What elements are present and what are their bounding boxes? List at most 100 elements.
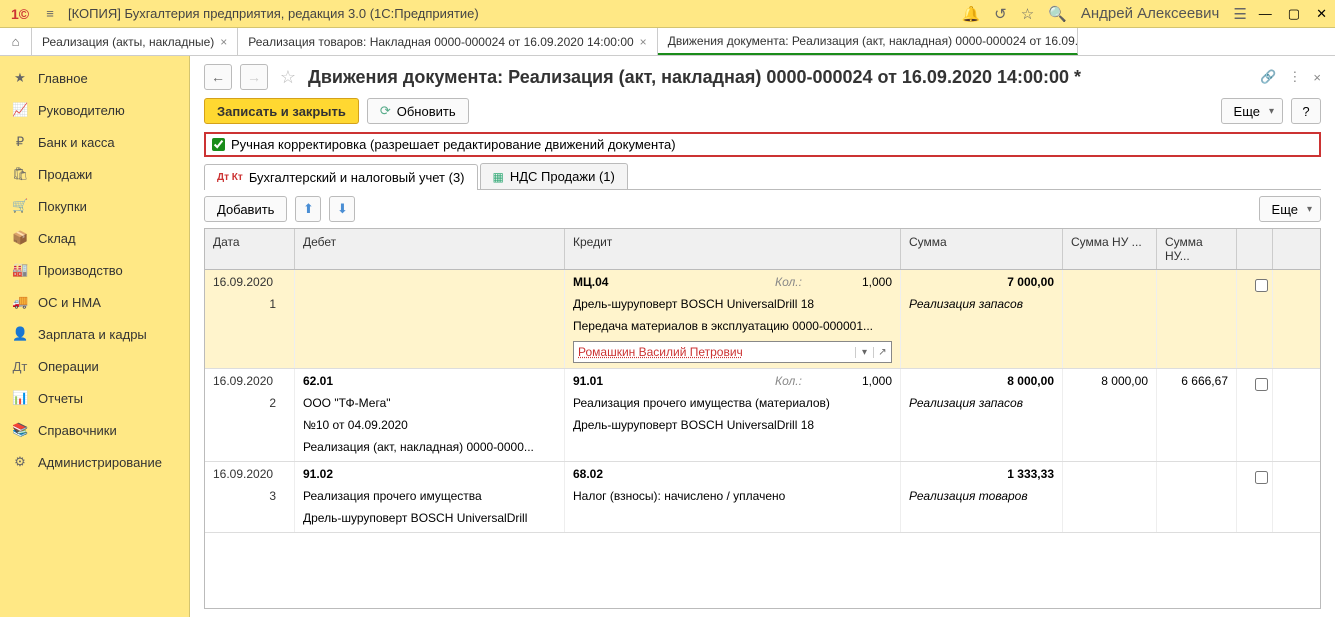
debet-line: Дрель-шуруповерт BOSCH UniversalDrill xyxy=(303,511,556,527)
bell-icon[interactable]: 🔔 xyxy=(961,5,980,23)
entries-grid: Дата Дебет Кредит Сумма Сумма НУ ... Сум… xyxy=(204,228,1321,609)
close-page-icon[interactable]: × xyxy=(1313,70,1321,85)
row-checkbox[interactable] xyxy=(1255,471,1268,484)
tab-label: Реализация товаров: Накладная 0000-00002… xyxy=(248,35,633,49)
debet-line: ООО "ТФ-Мега" xyxy=(303,396,556,412)
sidebar-item-warehouse[interactable]: 📦Склад xyxy=(0,222,189,254)
grid-row[interactable]: 16.09.2020 1 МЦ.04Кол.:1,000 Дрель-шуруп… xyxy=(205,270,1320,369)
debet-account: 62.01 xyxy=(303,374,556,390)
save-close-button[interactable]: Записать и закрыть xyxy=(204,98,359,124)
sidebar-item-label: Склад xyxy=(38,231,76,246)
sidebar-item-reports[interactable]: 📊 Отчеты xyxy=(0,382,189,414)
ruble-icon: ₽ xyxy=(12,134,28,150)
bars-icon: 📊 xyxy=(12,390,28,406)
sidebar-item-assets[interactable]: 🚚ОС и НМА xyxy=(0,286,189,318)
chart-icon: 📈 xyxy=(12,102,28,118)
grid-more-button[interactable]: Еще xyxy=(1259,196,1321,222)
menu-icon[interactable]: ≡ xyxy=(40,6,60,21)
sidebar-item-label: Администрирование xyxy=(38,455,162,470)
row-checkbox[interactable] xyxy=(1255,279,1268,292)
kebab-icon[interactable]: ⋮ xyxy=(1288,69,1301,85)
minimize-icon[interactable]: — xyxy=(1259,6,1272,22)
cart-icon: 🛒 xyxy=(12,198,28,214)
cell-nu2 xyxy=(1157,462,1237,532)
add-button[interactable]: Добавить xyxy=(204,196,287,222)
kol-value: 1,000 xyxy=(862,275,892,291)
more-button[interactable]: Еще xyxy=(1221,98,1283,124)
open-icon[interactable]: ↗ xyxy=(873,347,891,358)
button-label: ? xyxy=(1302,104,1309,119)
register-icon: ▦ xyxy=(493,170,504,184)
refresh-button[interactable]: ⟳Обновить xyxy=(367,98,469,124)
history-icon[interactable]: ↺ xyxy=(994,5,1007,23)
maximize-icon[interactable]: ▢ xyxy=(1288,6,1300,22)
move-up-button[interactable]: ⬆ xyxy=(295,196,321,222)
tab-sales-doc[interactable]: Реализация товаров: Накладная 0000-00002… xyxy=(238,28,657,55)
sidebar-item-purchases[interactable]: 🛒Покупки xyxy=(0,190,189,222)
search-icon[interactable]: 🔍 xyxy=(1048,5,1067,23)
sidebar-item-salary[interactable]: 👤Зарплата и кадры xyxy=(0,318,189,350)
home-icon[interactable]: ⌂ xyxy=(0,28,32,55)
person-icon: 👤 xyxy=(12,326,28,342)
cell-debet xyxy=(295,270,565,368)
sidebar-item-bank[interactable]: ₽ Банк и касса xyxy=(0,126,189,158)
tab-label: Движения документа: Реализация (акт, нак… xyxy=(668,34,1078,48)
content: ← → ☆ Движения документа: Реализация (ак… xyxy=(190,56,1335,617)
star-icon[interactable]: ☆ xyxy=(1021,5,1034,23)
tab-close-icon[interactable]: × xyxy=(220,35,227,49)
sidebar-item-label: Главное xyxy=(38,71,88,86)
tab-close-icon[interactable]: × xyxy=(640,35,647,49)
sidebar-item-sales[interactable]: 🛍Продажи xyxy=(0,158,189,190)
col-kredit[interactable]: Кредит xyxy=(565,229,901,269)
manual-correction-checkbox[interactable] xyxy=(212,138,225,151)
grid-row[interactable]: 16.09.2020 3 91.02 Реализация прочего им… xyxy=(205,462,1320,533)
button-label: Еще xyxy=(1234,104,1260,119)
favorite-icon[interactable]: ☆ xyxy=(276,67,300,88)
kredit-line: Реализация прочего имущества (материалов… xyxy=(573,396,892,412)
cell-date: 16.09.2020 xyxy=(213,374,286,390)
grid-row[interactable]: 16.09.2020 2 62.01 ООО "ТФ-Мега" №10 от … xyxy=(205,369,1320,462)
dropdown-icon[interactable]: ▾ xyxy=(855,347,873,358)
tab-vat-sales[interactable]: ▦ НДС Продажи (1) xyxy=(480,163,628,189)
cell-nu1 xyxy=(1063,462,1157,532)
sidebar-item-label: Операции xyxy=(38,359,99,374)
nav-back-button[interactable]: ← xyxy=(204,64,232,90)
cell-rownum: 2 xyxy=(213,396,286,412)
cell-sum: 7 000,00 xyxy=(909,275,1054,291)
sidebar-item-label: Банк и касса xyxy=(38,135,115,150)
tab-label: Бухгалтерский и налоговый учет (3) xyxy=(249,170,465,185)
col-nu1[interactable]: Сумма НУ ... xyxy=(1063,229,1157,269)
sidebar-item-admin[interactable]: ⚙Администрирование xyxy=(0,446,189,478)
help-button[interactable]: ? xyxy=(1291,98,1321,124)
subkonto-input[interactable] xyxy=(574,345,855,359)
sidebar-item-manager[interactable]: 📈Руководителю xyxy=(0,94,189,126)
col-sum[interactable]: Сумма xyxy=(901,229,1063,269)
sidebar-item-label: ОС и НМА xyxy=(38,295,101,310)
sidebar-item-production[interactable]: 🏭Производство xyxy=(0,254,189,286)
cell-operation: Реализация запасов xyxy=(909,297,1054,313)
col-debet[interactable]: Дебет xyxy=(295,229,565,269)
tab-accounting[interactable]: Дт КтБухгалтерский и налоговый учет (3) xyxy=(204,164,478,190)
button-label: Добавить xyxy=(217,202,274,217)
kredit-account: 68.02 xyxy=(573,467,892,483)
sidebar-item-main[interactable]: ★Главное xyxy=(0,62,189,94)
move-down-button[interactable]: ⬇ xyxy=(329,196,355,222)
link-icon[interactable]: 🔗 xyxy=(1260,69,1276,85)
nav-forward-button[interactable]: → xyxy=(240,64,268,90)
kol-label: Кол.: xyxy=(775,275,802,291)
tab-movements[interactable]: Движения документа: Реализация (акт, нак… xyxy=(658,28,1078,55)
sidebar-item-operations[interactable]: ДтОперации xyxy=(0,350,189,382)
close-icon[interactable]: ✕ xyxy=(1316,6,1327,22)
col-nu2[interactable]: Сумма НУ... xyxy=(1157,229,1237,269)
tab-label: НДС Продажи (1) xyxy=(510,169,615,184)
col-date[interactable]: Дата xyxy=(205,229,295,269)
user-name[interactable]: Андрей Алексеевич xyxy=(1081,5,1219,22)
sidebar-item-label: Отчеты xyxy=(38,391,83,406)
kredit-account: МЦ.04 xyxy=(573,275,608,291)
row-checkbox[interactable] xyxy=(1255,378,1268,391)
sidebar-item-references[interactable]: 📚Справочники xyxy=(0,414,189,446)
tab-sales-list[interactable]: Реализация (акты, накладные) × xyxy=(32,28,238,55)
app-logo: 1© xyxy=(8,4,32,24)
button-label: Обновить xyxy=(397,104,456,119)
settings-bars-icon[interactable]: ☰ xyxy=(1233,5,1246,23)
